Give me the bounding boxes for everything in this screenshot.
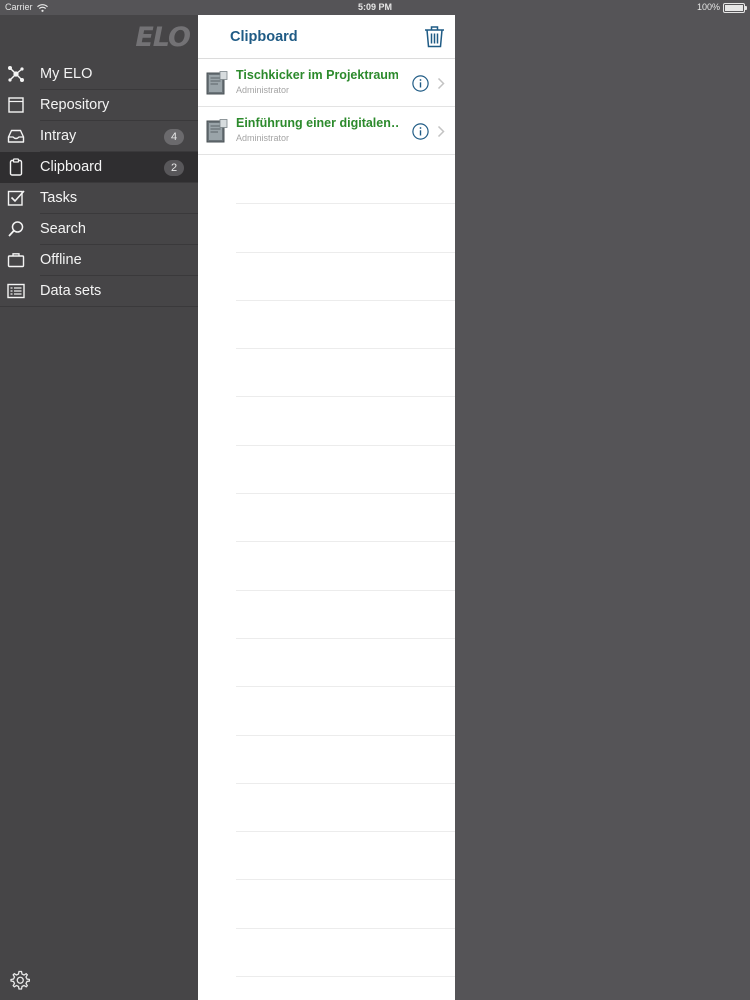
page-title: Clipboard <box>230 29 298 45</box>
trash-icon[interactable] <box>424 25 445 48</box>
panel-header: Clipboard <box>198 15 455 59</box>
clipboard-icon <box>9 158 23 176</box>
sidebar-item-label: Repository <box>40 97 110 113</box>
list-item[interactable]: Tischkicker im Projektraum Administrator <box>198 59 455 107</box>
clipboard-list: Tischkicker im Projektraum Administrator… <box>198 59 455 155</box>
empty-list-rows <box>236 156 455 978</box>
sidebar-item-my-elo[interactable]: My ELO <box>0 59 198 90</box>
chevron-right-icon <box>437 125 445 138</box>
intray-count-badge: 4 <box>164 129 184 145</box>
gear-icon[interactable] <box>10 970 30 990</box>
item-subtitle: Administrator <box>236 133 290 143</box>
document-icon <box>206 119 228 143</box>
chevron-right-icon <box>437 77 445 90</box>
sidebar-item-offline[interactable]: Offline <box>0 245 198 276</box>
item-subtitle: Administrator <box>236 85 290 95</box>
search-icon <box>8 221 24 237</box>
clipboard-count-badge: 2 <box>164 160 184 176</box>
sidebar-item-tasks[interactable]: Tasks <box>0 183 198 214</box>
info-icon[interactable] <box>412 75 429 92</box>
sidebar-item-label: My ELO <box>40 66 93 82</box>
repository-icon <box>8 97 24 113</box>
list-form-icon <box>7 283 25 299</box>
sidebar-item-label: Search <box>40 221 86 237</box>
sidebar-item-repository[interactable]: Repository <box>0 90 198 121</box>
info-icon[interactable] <box>412 123 429 140</box>
list-item[interactable]: Einführung einer digitalen… Administrato… <box>198 107 455 155</box>
sidebar-item-clipboard[interactable]: Clipboard 2 <box>0 152 198 183</box>
detail-area <box>455 15 750 1000</box>
sidebar-item-data-sets[interactable]: Data sets <box>0 276 198 307</box>
sidebar-item-search[interactable]: Search <box>0 214 198 245</box>
checkbox-icon <box>7 190 25 206</box>
status-bar: Carrier 5:09 PM 100% <box>0 0 750 15</box>
sidebar: ELO My ELO Repository Intray 4 Clipboard… <box>0 15 198 1000</box>
elo-logo: ELO <box>135 22 191 53</box>
network-icon <box>8 66 24 82</box>
briefcase-icon <box>7 253 25 268</box>
clock: 5:09 PM <box>357 2 392 12</box>
battery-indicator: 100% <box>696 0 747 15</box>
battery-percentage: 100% <box>696 2 720 12</box>
sidebar-item-label: Tasks <box>40 190 78 206</box>
battery-icon <box>723 2 747 13</box>
sidebar-nav: My ELO Repository Intray 4 Clipboard 2 T… <box>0 59 198 307</box>
sidebar-item-label: Clipboard <box>40 159 103 175</box>
item-title: Einführung einer digitalen… <box>236 116 398 130</box>
sidebar-item-label: Data sets <box>40 283 102 299</box>
clipboard-panel: Clipboard Tischkicker im Projektraum Adm… <box>198 15 455 1000</box>
sidebar-item-intray[interactable]: Intray 4 <box>0 121 198 152</box>
item-title: Tischkicker im Projektraum <box>236 68 398 82</box>
sidebar-item-label: Offline <box>40 252 82 268</box>
sidebar-item-label: Intray <box>40 128 77 144</box>
document-icon <box>206 71 228 95</box>
inbox-tray-icon <box>7 129 25 143</box>
